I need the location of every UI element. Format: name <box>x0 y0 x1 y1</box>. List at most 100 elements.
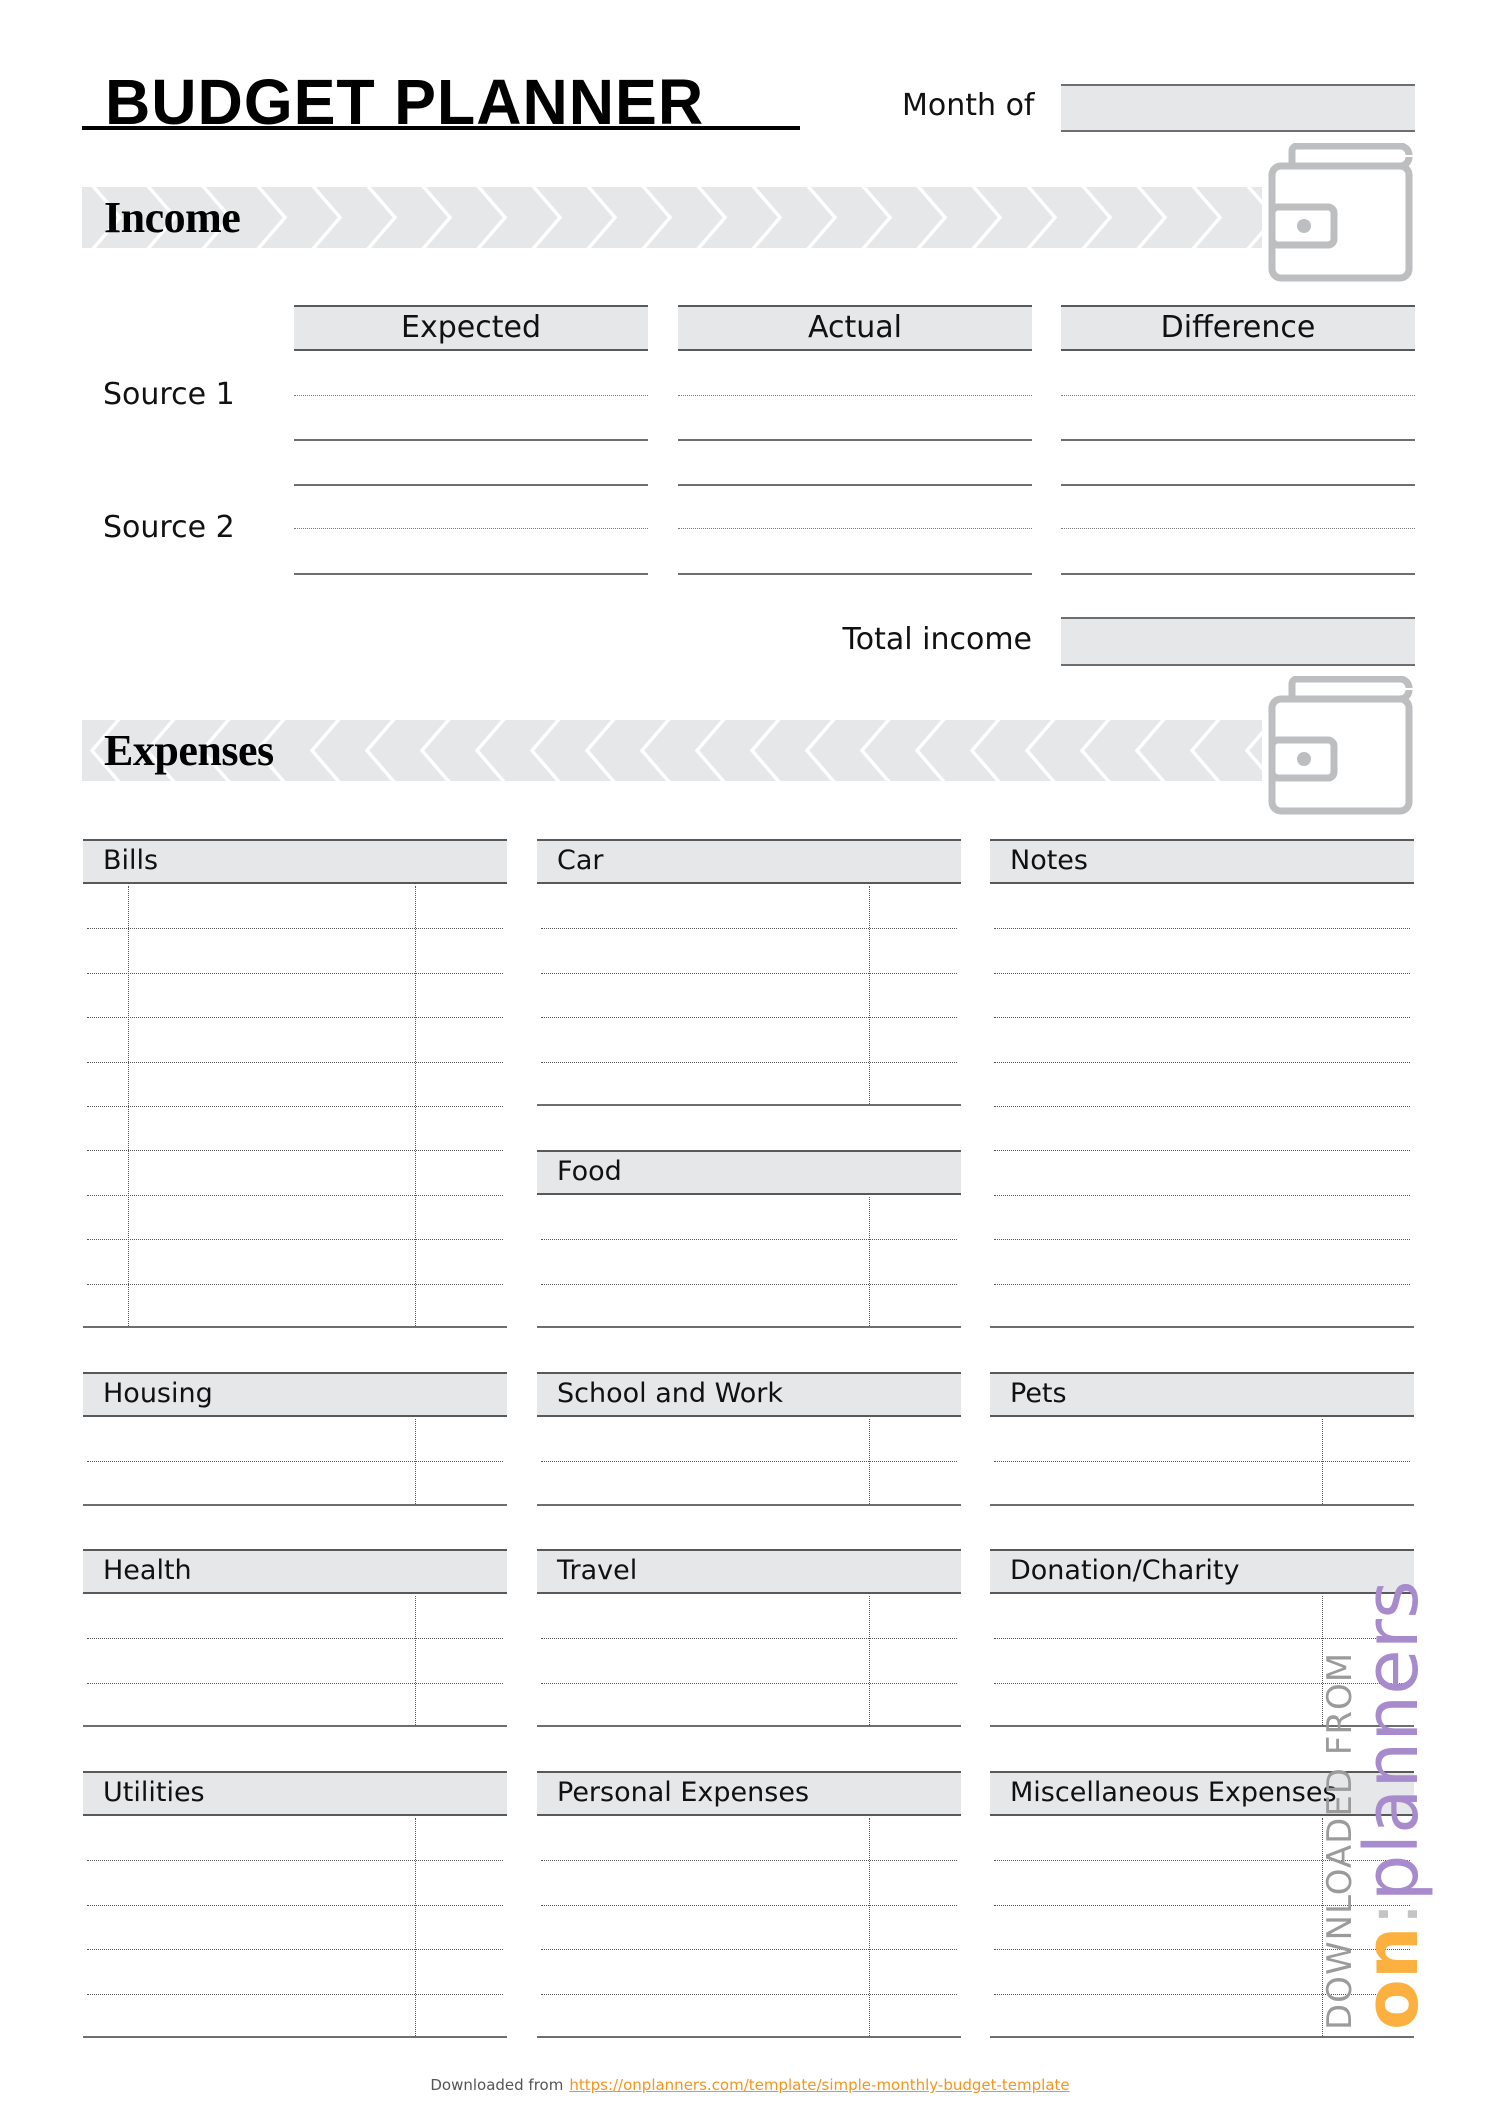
entry-row[interactable] <box>537 1594 961 1638</box>
category-bottom-rule <box>537 1725 961 1727</box>
entry-row[interactable] <box>83 1638 507 1682</box>
entry-row[interactable] <box>537 1816 961 1860</box>
entry-row[interactable] <box>990 928 1414 972</box>
entry-row[interactable] <box>83 1816 507 1860</box>
entry-row[interactable] <box>537 1905 961 1949</box>
income-row-rule <box>294 439 648 441</box>
entry-row[interactable] <box>83 1062 507 1106</box>
checkbox-column-divider <box>128 886 129 1326</box>
entry-row[interactable] <box>537 884 961 928</box>
amount-column-divider <box>415 1419 416 1504</box>
entry-row[interactable] <box>83 1994 507 2038</box>
income-difference-source-1-field[interactable] <box>1061 352 1415 438</box>
source-1-label: Source 1 <box>103 377 235 412</box>
entry-row[interactable] <box>83 1239 507 1283</box>
income-difference-source-2-field[interactable] <box>1061 485 1415 571</box>
category-rows <box>990 884 1414 1328</box>
category-header: Housing <box>83 1372 507 1417</box>
entry-row[interactable] <box>990 1417 1414 1461</box>
category-header: Pets <box>990 1372 1414 1417</box>
entry-row[interactable] <box>537 1284 961 1328</box>
entry-row[interactable] <box>83 1417 507 1461</box>
entry-row[interactable] <box>990 1150 1414 1194</box>
income-actual-source-2-field[interactable] <box>678 485 1032 571</box>
entry-row[interactable] <box>83 1683 507 1727</box>
income-col-actual: Actual <box>678 305 1032 351</box>
category-bottom-rule <box>990 1326 1414 1328</box>
amount-column-divider <box>415 1596 416 1725</box>
entry-row[interactable] <box>537 1860 961 1904</box>
amount-column-divider <box>415 886 416 1326</box>
total-income-label: Total income <box>842 622 1032 657</box>
entry-row[interactable] <box>537 1461 961 1505</box>
category-rows <box>537 1417 961 1506</box>
entry-row[interactable] <box>990 1195 1414 1239</box>
category-header: Personal Expenses <box>537 1771 961 1816</box>
category-school-and-work: School and Work <box>537 1372 961 1506</box>
category-bottom-rule <box>537 1504 961 1506</box>
income-section-title: Income <box>104 193 241 242</box>
entry-row[interactable] <box>83 928 507 972</box>
entry-row[interactable] <box>83 973 507 1017</box>
entry-row[interactable] <box>83 1949 507 1993</box>
category-bottom-rule <box>990 1504 1414 1506</box>
entry-row[interactable] <box>83 1284 507 1328</box>
entry-row[interactable] <box>83 1017 507 1061</box>
entry-row[interactable] <box>537 1195 961 1239</box>
category-bottom-rule <box>83 1725 507 1727</box>
entry-row[interactable] <box>537 1683 961 1727</box>
income-expected-source-2-field[interactable] <box>294 485 648 571</box>
category-rows <box>83 1417 507 1506</box>
category-header: Car <box>537 839 961 884</box>
entry-row[interactable] <box>537 1239 961 1283</box>
category-header: Food <box>537 1150 961 1195</box>
category-bottom-rule <box>537 1104 961 1106</box>
category-bottom-rule <box>83 1326 507 1328</box>
amount-column-divider <box>415 1818 416 2036</box>
expenses-section-title: Expenses <box>104 726 274 775</box>
category-bottom-rule <box>990 2036 1414 2038</box>
category-bottom-rule <box>537 2036 961 2038</box>
footer-link[interactable]: https://onplanners.com/template/simple-m… <box>569 2076 1069 2094</box>
entry-row[interactable] <box>83 1195 507 1239</box>
income-actual-source-1-field[interactable] <box>678 352 1032 438</box>
income-expected-source-1-field[interactable] <box>294 352 648 438</box>
category-header: Travel <box>537 1549 961 1594</box>
entry-row[interactable] <box>83 1150 507 1194</box>
entry-row[interactable] <box>990 1284 1414 1328</box>
entry-row[interactable] <box>83 1106 507 1150</box>
entry-row[interactable] <box>990 884 1414 928</box>
category-header: School and Work <box>537 1372 961 1417</box>
entry-row[interactable] <box>83 884 507 928</box>
entry-row[interactable] <box>83 1594 507 1638</box>
entry-row[interactable] <box>537 928 961 972</box>
entry-row[interactable] <box>990 1106 1414 1150</box>
amount-column-divider <box>869 886 870 1104</box>
footer-text: Downloaded from <box>430 2076 564 2094</box>
category-rows <box>83 884 507 1328</box>
category-header: Utilities <box>83 1771 507 1816</box>
watermark-logo: on:planners <box>1349 1580 1435 2030</box>
entry-row[interactable] <box>990 1239 1414 1283</box>
month-input[interactable] <box>1061 84 1415 132</box>
income-row-rule <box>294 573 648 575</box>
entry-row[interactable] <box>537 1062 961 1106</box>
entry-row[interactable] <box>537 973 961 1017</box>
entry-row[interactable] <box>990 1461 1414 1505</box>
entry-row[interactable] <box>537 1638 961 1682</box>
entry-row[interactable] <box>83 1905 507 1949</box>
entry-row[interactable] <box>537 1949 961 1993</box>
entry-row[interactable] <box>537 1994 961 2038</box>
entry-row[interactable] <box>990 1017 1414 1061</box>
entry-row[interactable] <box>990 973 1414 1017</box>
expenses-section-band: Expenses <box>82 720 1272 781</box>
category-utilities: Utilities <box>83 1771 507 2038</box>
entry-row[interactable] <box>537 1417 961 1461</box>
income-col-difference: Difference <box>1061 305 1415 351</box>
entry-row[interactable] <box>83 1860 507 1904</box>
total-income-field[interactable] <box>1061 617 1415 666</box>
category-header: Bills <box>83 839 507 884</box>
entry-row[interactable] <box>83 1461 507 1505</box>
entry-row[interactable] <box>537 1017 961 1061</box>
entry-row[interactable] <box>990 1062 1414 1106</box>
